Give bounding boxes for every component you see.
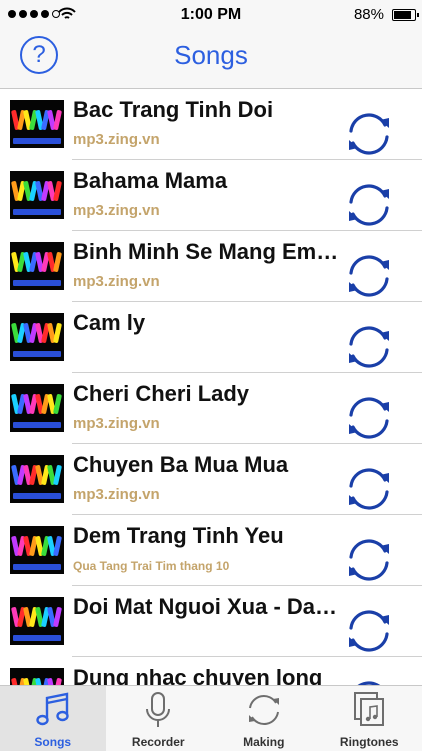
refresh-icon[interactable] xyxy=(340,604,398,658)
refresh-icon[interactable] xyxy=(340,675,398,685)
tab-label: Making xyxy=(211,735,317,749)
refresh-icon xyxy=(244,691,284,729)
battery-icon xyxy=(392,9,416,21)
song-title: Dem Trang Tinh Yeu xyxy=(73,523,358,549)
song-source: mp3.zing.vn xyxy=(73,202,343,219)
song-source: mp3.zing.vn xyxy=(73,486,343,503)
refresh-icon[interactable] xyxy=(340,462,398,516)
song-title: Bac Trang Tinh Doi xyxy=(73,97,358,123)
refresh-icon[interactable] xyxy=(340,178,398,232)
navigation-bar: ? Songs xyxy=(0,30,422,89)
tab-label: Recorder xyxy=(106,735,212,749)
song-row[interactable]: Bahama Mama mp3.zing.vn xyxy=(0,160,422,231)
refresh-icon[interactable] xyxy=(340,107,398,161)
song-row[interactable]: Bac Trang Tinh Doi mp3.zing.vn xyxy=(0,89,422,160)
song-artwork xyxy=(10,455,64,503)
song-artwork xyxy=(10,668,64,685)
song-row[interactable]: Dung nhac chuyen long xyxy=(0,657,422,685)
refresh-icon[interactable] xyxy=(340,533,398,587)
tab-label: Songs xyxy=(0,735,106,749)
tab-ringtones[interactable]: Ringtones xyxy=(317,686,422,751)
song-title: Cam ly xyxy=(73,310,358,336)
song-artwork xyxy=(10,526,64,574)
song-source: mp3.zing.vn xyxy=(73,273,343,290)
song-row[interactable]: Dem Trang Tinh Yeu Qua Tang Trai Tim than… xyxy=(0,515,422,586)
song-row[interactable]: Chuyen Ba Mua Mua mp3.zing.vn xyxy=(0,444,422,515)
refresh-icon[interactable] xyxy=(340,249,398,303)
battery-percentage: 88% xyxy=(354,6,384,23)
tab-icon-wrapper xyxy=(106,691,212,729)
music-note-icon xyxy=(33,691,73,729)
song-row[interactable]: Cam ly xyxy=(0,302,422,373)
refresh-icon[interactable] xyxy=(340,320,398,374)
song-title: Chuyen Ba Mua Mua xyxy=(73,452,358,478)
song-title: Bahama Mama xyxy=(73,168,358,194)
refresh-icon[interactable] xyxy=(340,391,398,445)
song-row[interactable]: Binh Minh Se Mang Em… mp3.zing.vn xyxy=(0,231,422,302)
tab-songs[interactable]: Songs xyxy=(0,686,106,751)
tab-making[interactable]: Making xyxy=(211,686,317,751)
page-title: Songs xyxy=(0,40,422,71)
song-source: mp3.zing.vn xyxy=(73,415,343,432)
song-title: Doi Mat Nguoi Xua - Da… xyxy=(73,594,358,620)
status-bar: 1:00 PM 88% xyxy=(0,0,422,30)
song-artwork xyxy=(10,313,64,361)
tab-label: Ringtones xyxy=(317,735,422,749)
song-title: Binh Minh Se Mang Em… xyxy=(73,239,358,265)
song-artwork xyxy=(10,100,64,148)
song-source: Qua Tang Trai Tim thang 10 xyxy=(73,559,343,573)
tab-icon-wrapper xyxy=(0,691,106,729)
tab-icon-wrapper xyxy=(317,691,422,729)
song-row[interactable]: Doi Mat Nguoi Xua - Da… xyxy=(0,586,422,657)
microphone-icon xyxy=(138,691,178,729)
song-artwork xyxy=(10,171,64,219)
tab-bar: SongsRecorderMakingRingtones xyxy=(0,685,422,751)
song-artwork xyxy=(10,597,64,645)
song-title: Cheri Cheri Lady xyxy=(73,381,358,407)
song-source: mp3.zing.vn xyxy=(73,131,343,148)
song-title: Dung nhac chuyen long xyxy=(73,665,358,685)
ringtone-files-icon xyxy=(349,691,389,729)
song-row[interactable]: Cheri Cheri Lady mp3.zing.vn xyxy=(0,373,422,444)
song-list[interactable]: Bac Trang Tinh Doimp3.zing.vnBahama Mama… xyxy=(0,89,422,685)
song-artwork xyxy=(10,242,64,290)
tab-icon-wrapper xyxy=(211,691,317,729)
tab-recorder[interactable]: Recorder xyxy=(106,686,212,751)
song-artwork xyxy=(10,384,64,432)
